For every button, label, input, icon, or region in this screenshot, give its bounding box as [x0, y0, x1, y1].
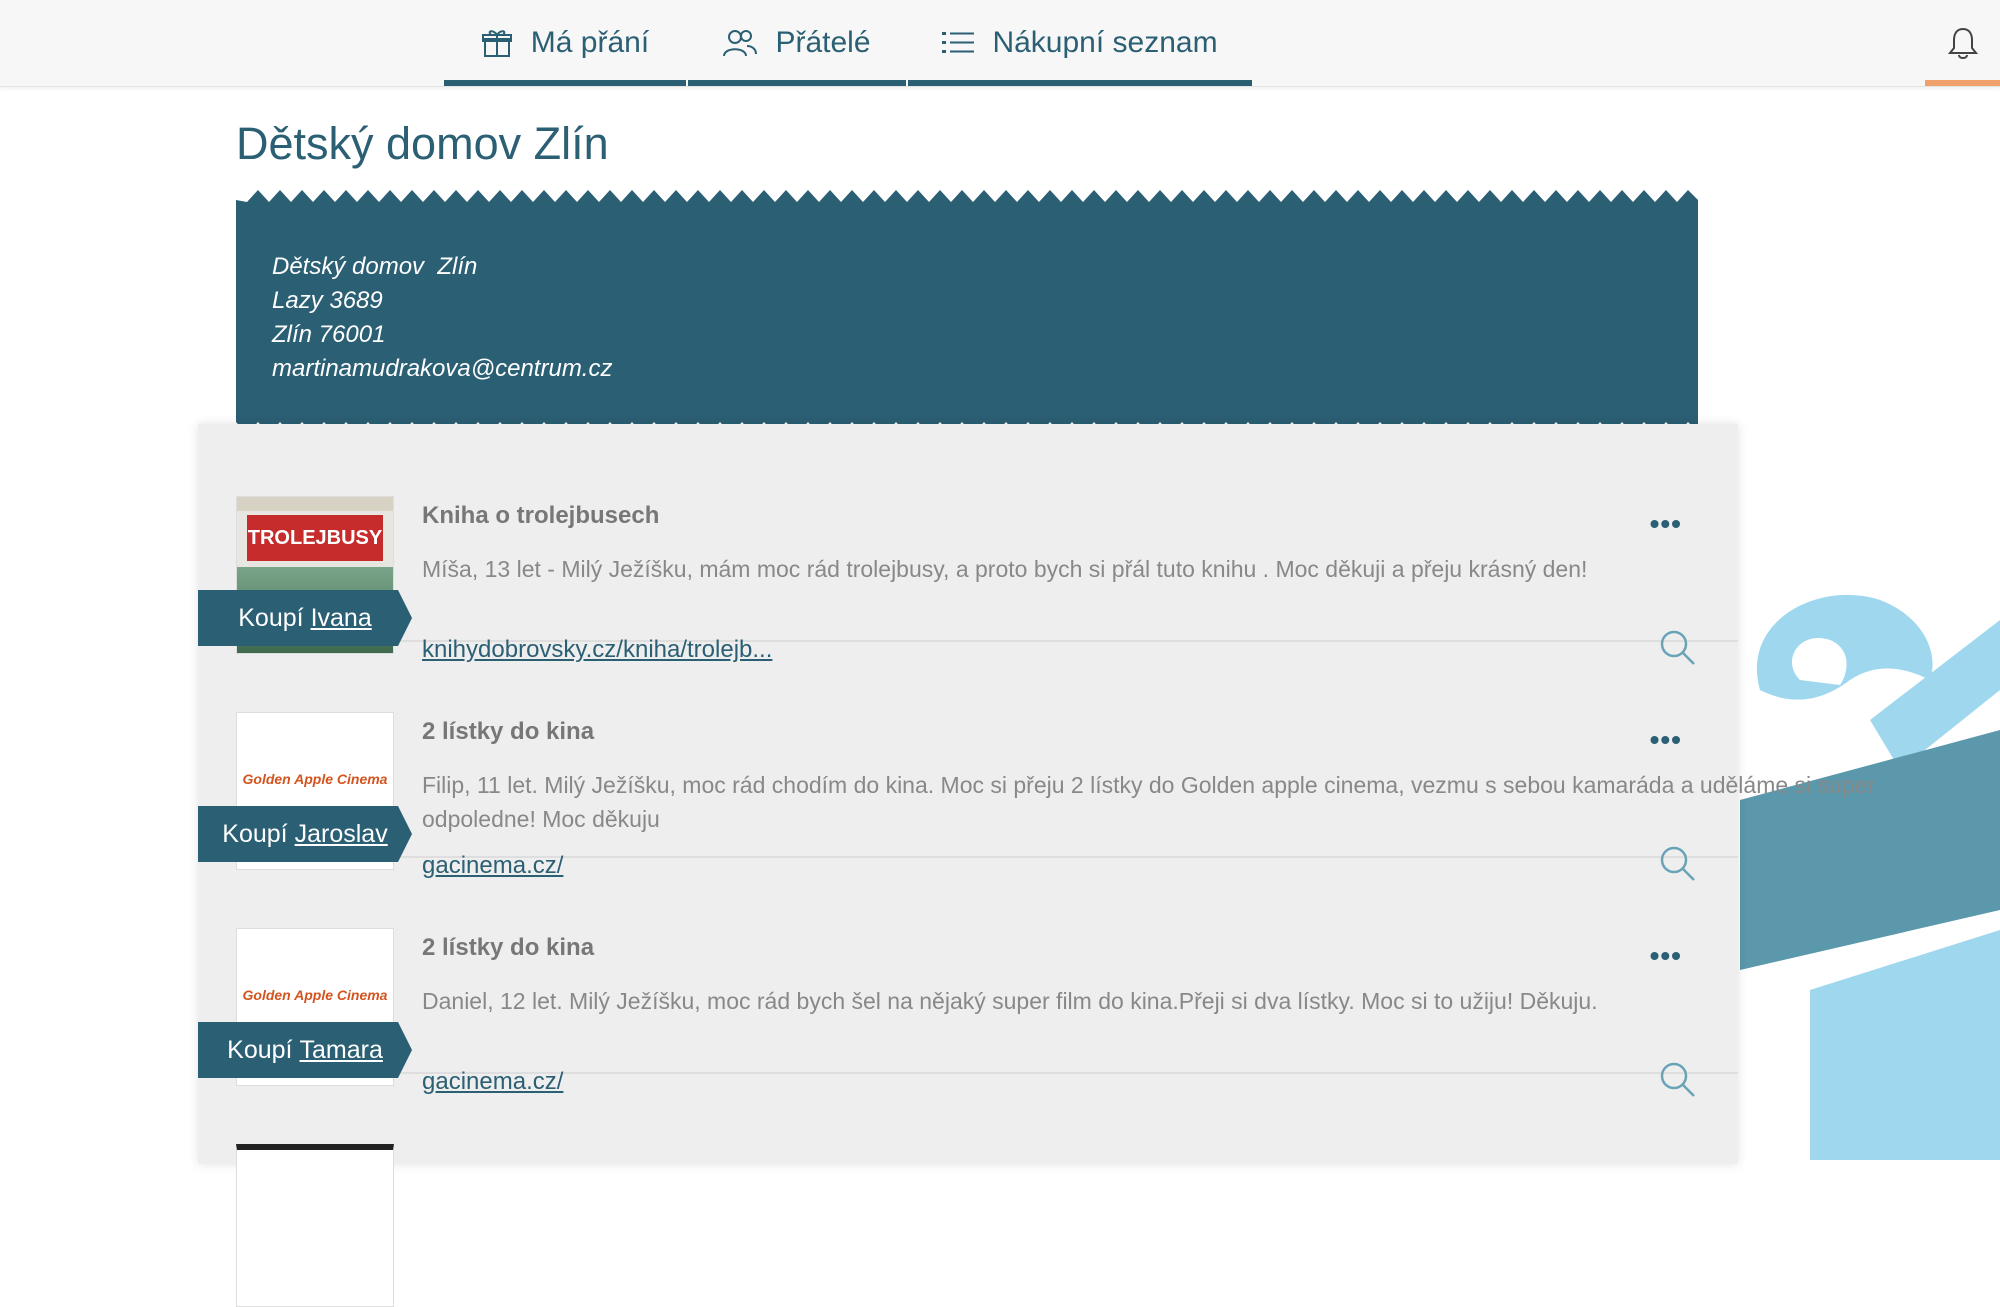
buyer-tag: Koupí Ivana: [198, 590, 412, 646]
tab-my-wishes-label: Má přání: [530, 26, 650, 59]
wish-list: TROLEJBUSY Koupí Ivana Kniha o trolejbus…: [198, 424, 1875, 1307]
wish-item[interactable]: Golden Apple Cinema Koupí Tamara 2 lístk…: [198, 856, 1738, 1097]
page-title: Dětský domov Zlín: [236, 118, 609, 169]
tab-friends[interactable]: Přátelé: [688, 0, 906, 86]
thumb-text: TROLEJBUSY: [247, 515, 383, 561]
more-options-button[interactable]: •••: [1650, 940, 1682, 972]
tab-friends-label: Přátelé: [775, 26, 871, 59]
tab-indicator: [688, 80, 906, 86]
tab-shopping-list[interactable]: Nákupní seznam: [908, 0, 1252, 86]
thumb-text: Golden Apple Cinema: [242, 771, 388, 787]
friends-icon: [723, 30, 758, 57]
buyer-tag: Koupí Tamara: [198, 1022, 412, 1078]
wish-description: Daniel, 12 let. Milý Ježíšku, moc rád by…: [422, 988, 1598, 1014]
more-options-button[interactable]: •••: [1650, 508, 1682, 540]
tab-indicator: [908, 80, 1252, 86]
notifications-button[interactable]: [1925, 0, 2000, 86]
wish-item[interactable]: TROLEJBUSY Koupí Ivana Kniha o trolejbus…: [198, 424, 1738, 665]
address-email: martinamudrakova@centrum.cz: [272, 355, 613, 382]
address-block: Dětský domov Zlín Lazy 3689 Zlín 76001 m…: [272, 250, 612, 386]
notifications-indicator: [1925, 80, 2000, 86]
buyer-prefix: Koupí: [238, 603, 304, 632]
wish-description: Filip, 11 let. Milý Ježíšku, moc rád cho…: [422, 772, 1876, 832]
wish-title[interactable]: 2 lístky do kina: [422, 718, 594, 746]
address-city: Zlín 76001: [272, 321, 386, 348]
address-banner: Dětský domov Zlín Lazy 3689 Zlín 76001 m…: [236, 190, 1698, 434]
wish-item[interactable]: [198, 1072, 1738, 1307]
buyer-name-link[interactable]: Ivana: [311, 604, 372, 633]
gift-decoration: [1740, 594, 2000, 1160]
more-options-button[interactable]: •••: [1650, 724, 1682, 756]
buyer-tag: Koupí Jaroslav: [198, 806, 412, 862]
thumb-text: Golden Apple Cinema: [242, 987, 388, 1003]
buyer-name-link[interactable]: Jaroslav: [295, 820, 388, 849]
wish-description: Míša, 13 let - Milý Ježíšku, mám moc rád…: [422, 556, 1588, 582]
address-name: Dětský domov Zlín: [272, 253, 478, 280]
buyer-prefix: Koupí: [227, 1035, 293, 1064]
buyer-name-link[interactable]: Tamara: [299, 1036, 382, 1065]
wish-item[interactable]: Golden Apple Cinema Koupí Jaroslav 2 lís…: [198, 640, 1875, 881]
tab-active-indicator: [444, 80, 686, 86]
wish-title[interactable]: 2 lístky do kina: [422, 934, 594, 962]
top-navigation: Má přání Přátelé Nákupní seznam: [0, 0, 2000, 87]
buyer-prefix: Koupí: [222, 819, 288, 848]
bell-icon: [1947, 27, 1978, 59]
wish-thumbnail[interactable]: [236, 1144, 394, 1307]
tab-my-wishes[interactable]: Má přání: [444, 0, 686, 86]
wish-title[interactable]: Kniha o trolejbusech: [422, 502, 659, 530]
gift-icon: [481, 30, 512, 57]
list-icon: [942, 32, 975, 53]
tab-shopping-list-label: Nákupní seznam: [992, 26, 1218, 59]
address-street: Lazy 3689: [272, 287, 383, 314]
